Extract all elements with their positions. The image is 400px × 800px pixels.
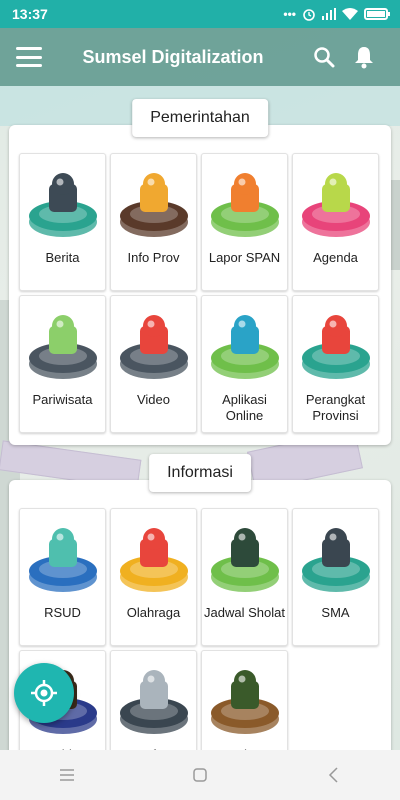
map-pin-heart-icon bbox=[25, 308, 101, 384]
pen-icon bbox=[116, 166, 192, 242]
status-time: 13:37 bbox=[12, 6, 48, 22]
basketball-icon bbox=[116, 521, 192, 597]
search-icon[interactable] bbox=[304, 37, 344, 77]
notification-dots: ••• bbox=[283, 7, 296, 21]
tile-label: Pariwisata bbox=[32, 392, 93, 407]
menu-tile-jadwal-sholat[interactable]: Jadwal Sholat bbox=[201, 508, 288, 646]
hospital-icon bbox=[25, 521, 101, 597]
graduation-cap-icon bbox=[298, 521, 374, 597]
menu-tile-sma[interactable]: SMA bbox=[292, 508, 379, 646]
menu-tile-olahraga[interactable]: Olahraga bbox=[110, 508, 197, 646]
soldier-icon bbox=[207, 663, 283, 739]
menu-tile-rsud[interactable]: RSUD bbox=[19, 508, 106, 646]
tile-label: Info Prov bbox=[127, 250, 180, 265]
section-pemerintahan: Pemerintahan Berita Info Prov Lapor SPAN… bbox=[9, 99, 391, 445]
tile-label: Video bbox=[136, 392, 170, 407]
menu-tile-lapor-span[interactable]: Lapor SPAN bbox=[201, 153, 288, 291]
section-title: Informasi bbox=[149, 454, 251, 492]
battery-icon bbox=[364, 8, 390, 20]
menu-tile-agenda[interactable]: Agenda bbox=[292, 153, 379, 291]
tile-label: RSUD bbox=[44, 605, 81, 620]
megaphone-icon bbox=[207, 166, 283, 242]
app-title: Sumsel Digitalization bbox=[82, 46, 264, 67]
tile-label: Agenda bbox=[313, 250, 358, 265]
crosshair-icon bbox=[31, 680, 57, 706]
tile-label: Perangkat Provinsi bbox=[305, 392, 366, 423]
menu-tile-perangkat-provinsi[interactable]: Perangkat Provinsi bbox=[292, 295, 379, 433]
tile-label: SMA bbox=[321, 605, 350, 620]
app-bar: Sumsel Digitalization bbox=[0, 28, 400, 86]
square-icon bbox=[193, 768, 207, 782]
wifi-icon bbox=[342, 8, 358, 20]
at-sign-icon bbox=[207, 308, 283, 384]
home-button[interactable] bbox=[170, 755, 230, 795]
notification-bell-icon[interactable] bbox=[344, 37, 384, 77]
tile-label: Olahraga bbox=[126, 605, 181, 620]
section-title: Pemerintahan bbox=[132, 99, 268, 137]
tile-label: Berita bbox=[45, 250, 80, 265]
calendar-icon bbox=[298, 166, 374, 242]
menu-lines-icon bbox=[59, 769, 74, 781]
buildings-icon bbox=[116, 663, 192, 739]
menu-tile-pariwisata[interactable]: Pariwisata bbox=[19, 295, 106, 433]
laptop-code-icon bbox=[25, 166, 101, 242]
tile-label: Aplikasi Online bbox=[222, 392, 267, 423]
status-bar: 13:37 ••• bbox=[0, 0, 400, 28]
recents-button[interactable] bbox=[37, 755, 97, 795]
menu-tile-video[interactable]: Video bbox=[110, 295, 197, 433]
mosque-icon bbox=[207, 521, 283, 597]
tile-label: Lapor SPAN bbox=[208, 250, 281, 265]
alarm-icon bbox=[303, 9, 315, 21]
back-button[interactable] bbox=[303, 755, 363, 795]
tile-label: Jadwal Sholat bbox=[204, 605, 285, 620]
map-location-icon bbox=[298, 308, 374, 384]
menu-tile-aplikasi-online[interactable]: Aplikasi Online bbox=[201, 295, 288, 433]
section-informasi: Informasi RSUD Olahraga Jadwal Sholat SM… bbox=[9, 454, 391, 788]
menu-icon[interactable] bbox=[16, 47, 42, 67]
menu-tile-berita[interactable]: Berita bbox=[19, 153, 106, 291]
signal-icon bbox=[322, 8, 336, 20]
system-nav-bar bbox=[0, 750, 400, 800]
location-fab-button[interactable] bbox=[14, 663, 74, 723]
chevron-left-icon bbox=[329, 767, 338, 783]
menu-tile-info-prov[interactable]: Info Prov bbox=[110, 153, 197, 291]
play-icon bbox=[116, 308, 192, 384]
